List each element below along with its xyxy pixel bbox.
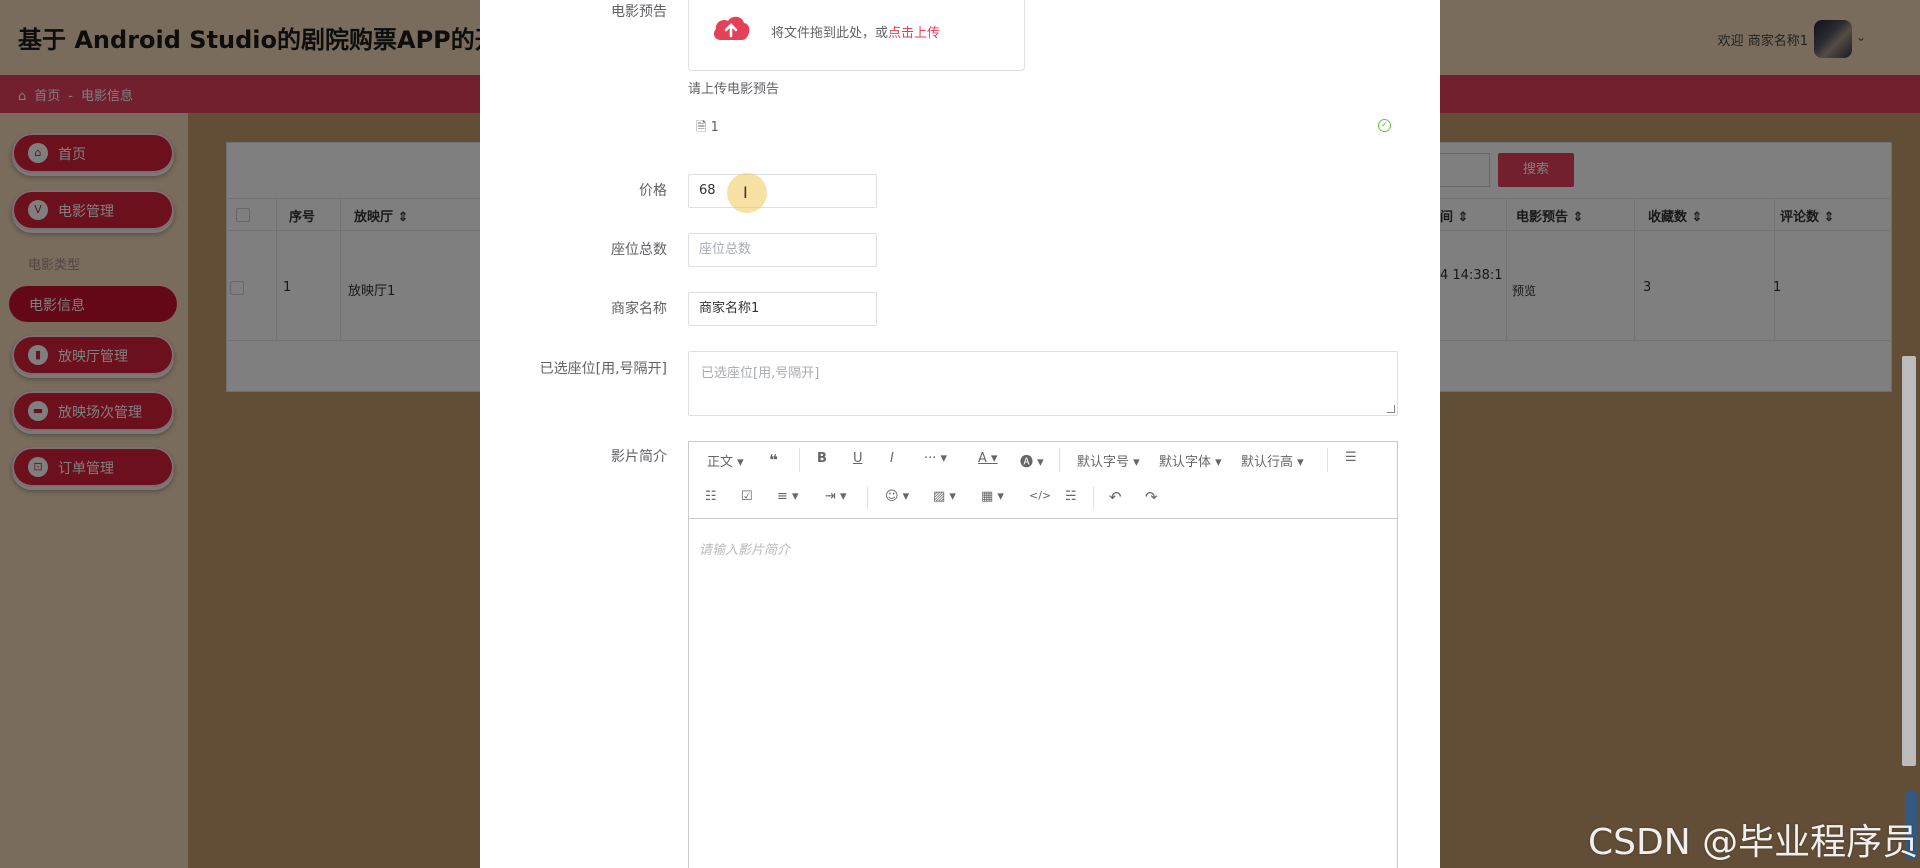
seat-total-input[interactable]: 座位总数 [688,233,877,267]
font-family-select[interactable]: 默认字体 ▾ [1159,451,1222,470]
price-input[interactable]: 68 [688,174,877,208]
line-height-label: 默认行高 [1241,455,1294,470]
preview-label: 电影预告 [611,4,667,20]
toolbar-separator [1093,486,1094,510]
font-size-label: 默认字号 [1077,455,1130,470]
editor-toolbar: 正文 ▾ ❝ B U I ··· ▾ A ▾ 🅐 ▾ 默认字号 ▾ 默认字体 ▾… [689,442,1397,519]
merchant-input[interactable]: 商家名称1 [688,292,877,326]
watermark: CSDN @毕业程序员 [1588,822,1919,863]
redo-icon[interactable]: ↷ [1145,488,1158,506]
bold-icon[interactable]: B [817,451,827,466]
line-height-select[interactable]: 默认行高 ▾ [1241,451,1304,470]
upload-instruction: 将文件拖到此处，或点击上传 [771,22,940,41]
font-color-icon[interactable]: A ▾ [978,451,998,466]
file-name: 1 [710,120,719,135]
resize-handle-icon[interactable] [1387,405,1395,413]
page-scrollbar[interactable] [1902,356,1916,766]
indent-icon[interactable]: ⇥ ▾ [825,489,847,504]
divider-icon[interactable]: ☵ [1065,489,1077,504]
toolbar-separator [1327,448,1328,472]
emoji-icon[interactable]: ☺ ▾ [885,489,909,504]
more-icon[interactable]: ··· ▾ [924,451,947,466]
align-icon[interactable]: ≡ ▾ [777,489,799,504]
font-size-select[interactable]: 默认字号 ▾ [1077,451,1140,470]
undo-icon[interactable]: ↶ [1109,488,1122,506]
underline-icon[interactable]: U [853,451,863,466]
merchant-label: 商家名称 [611,301,667,317]
italic-icon[interactable]: I [890,451,894,466]
bullet-list-icon[interactable]: ☰ [1345,450,1357,465]
paragraph-label: 正文 [707,455,734,470]
image-icon[interactable]: ▨ ▾ [933,489,956,504]
selected-seats-textarea[interactable]: 已选座位[用,号隔开] [688,351,1398,416]
toolbar-separator [799,448,800,472]
background-color-icon[interactable]: 🅐 ▾ [1020,451,1044,470]
quote-icon[interactable]: ❝ [769,451,778,469]
cloud-upload-icon [713,16,750,40]
paragraph-select[interactable]: 正文 ▾ [707,451,744,470]
font-family-label: 默认字体 [1159,455,1212,470]
editor-placeholder: 请输入影片简介 [699,543,791,558]
intro-label: 影片简介 [611,449,667,465]
check-circle-icon: ✓ [1378,119,1391,132]
rich-text-editor[interactable]: 正文 ▾ ❝ B U I ··· ▾ A ▾ 🅐 ▾ 默认字号 ▾ 默认字体 ▾… [688,441,1398,868]
upload-dropzone[interactable]: 将文件拖到此处，或点击上传 [688,0,1025,71]
table-icon[interactable]: ▦ ▾ [981,489,1004,504]
uploaded-file[interactable]: 🗎 1 [696,118,719,140]
textarea-placeholder: 已选座位[用,号隔开] [701,366,820,381]
code-icon[interactable]: </> [1029,489,1051,502]
seat-total-label: 座位总数 [611,242,667,258]
drop-text: 将文件拖到此处，或 [771,26,889,41]
upload-tip: 请上传电影预告 [688,82,780,97]
ordered-list-icon[interactable]: ☷ [705,489,717,504]
toolbar-separator [867,486,868,510]
document-icon: 🗎 [696,120,707,135]
price-label: 价格 [639,183,667,199]
edit-dialog: 电影预告 将文件拖到此处，或点击上传 请上传电影预告 🗎 1 ✓ 价格 68 I… [480,0,1440,868]
selected-seats-label: 已选座位[用,号隔开] [539,361,667,377]
toolbar-separator [1059,448,1060,472]
text-cursor-icon: I [743,183,748,202]
click-upload-link[interactable]: 点击上传 [888,26,940,41]
todo-icon[interactable]: ☑ [741,489,753,504]
